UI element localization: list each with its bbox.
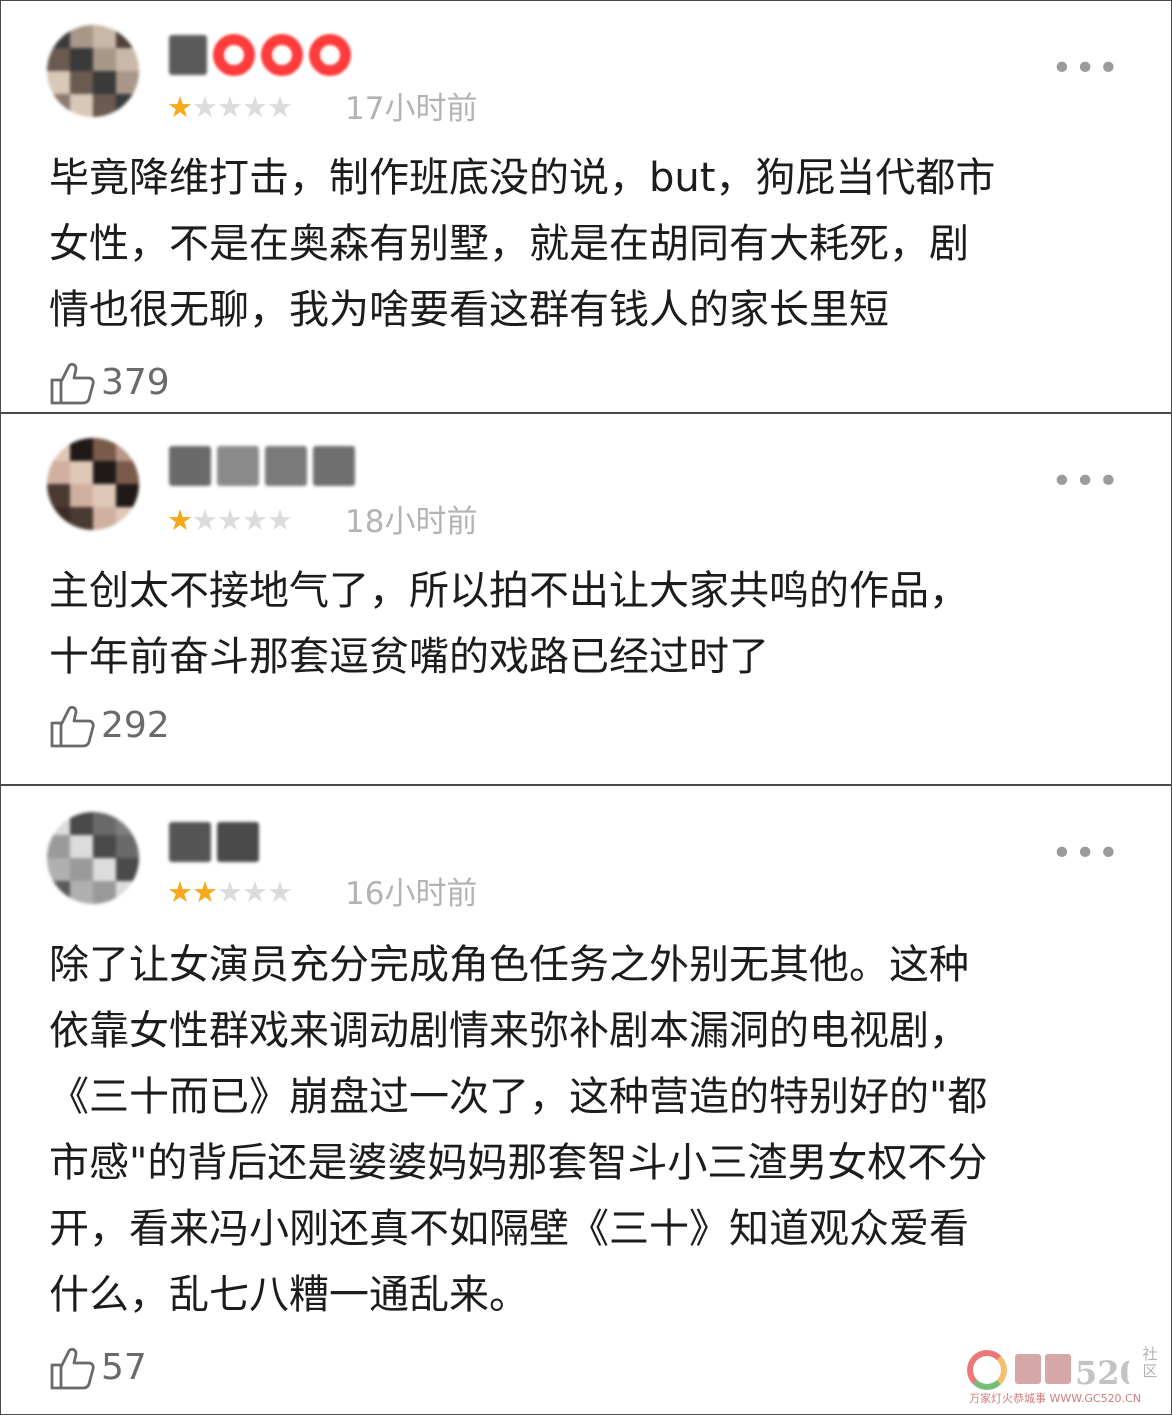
- review-time: 16小时前: [345, 876, 478, 912]
- thumbs-up-icon: [49, 1346, 95, 1390]
- username-blurred[interactable]: [169, 818, 259, 866]
- star-rating: ★★★★★: [167, 89, 293, 125]
- thumbs-up-icon: [49, 361, 95, 405]
- star-filled-icon: ★: [167, 875, 193, 909]
- watermark-wordmark: 520: [1015, 1354, 1129, 1392]
- username-blurred[interactable]: [169, 442, 355, 490]
- star-rating: ★★★★★: [167, 874, 293, 910]
- svg-text:520: 520: [1075, 1354, 1129, 1392]
- star-empty-icon: ★: [267, 90, 293, 124]
- review-time: 18小时前: [345, 504, 478, 540]
- star-empty-icon: ★: [217, 875, 243, 909]
- star-empty-icon: ★: [242, 875, 268, 909]
- like-count: 292: [101, 705, 170, 746]
- review-text: 除了让女演员充分完成角色任务之外别无其他。这种 依靠女性群戏来调动剧情来弥补剧本…: [49, 942, 988, 1318]
- star-empty-icon: ★: [267, 503, 293, 537]
- star-empty-icon: ★: [242, 503, 268, 537]
- thumbs-up-icon: [49, 704, 95, 748]
- like-count: 379: [101, 362, 170, 403]
- watermark-logo-icon: [967, 1350, 1007, 1390]
- review-card: ★★★★★ 16小时前 ••• 除了让女演员充分完成角色任务之外别无其他。这种 …: [0, 785, 1172, 1415]
- star-empty-icon: ★: [192, 503, 218, 537]
- star-empty-icon: ★: [242, 90, 268, 124]
- review-text: 主创太不接地气了，所以拍不出让大家共鸣的作品， 十年前奋斗那套逗贫嘴的戏路已经过…: [49, 568, 969, 680]
- like-button[interactable]: 379: [49, 361, 170, 405]
- watermark-side-text: 社区: [1142, 1345, 1158, 1380]
- star-empty-icon: ★: [217, 90, 243, 124]
- review-card: ★★★★★ 18小时前 ••• 主创太不接地气了，所以拍不出让大家共鸣的作品， …: [0, 413, 1172, 785]
- star-filled-icon: ★: [167, 503, 193, 537]
- star-empty-icon: ★: [192, 90, 218, 124]
- like-count: 57: [101, 1347, 147, 1388]
- star-empty-icon: ★: [267, 875, 293, 909]
- avatar[interactable]: [47, 25, 139, 117]
- site-watermark: 520 社区 万家灯火恭城事 WWW.GC520.CN: [967, 1346, 1159, 1406]
- watermark-subtext: 万家灯火恭城事 WWW.GC520.CN: [969, 1392, 1141, 1405]
- review-card: ★★★★★ 17小时前 ••• 毕竟降维打击，制作班底没的说，but，狗屁当代都…: [0, 0, 1172, 413]
- review-time: 17小时前: [345, 91, 478, 127]
- avatar[interactable]: [47, 438, 139, 530]
- star-empty-icon: ★: [217, 503, 243, 537]
- more-options-icon[interactable]: •••: [1051, 834, 1121, 874]
- username-blurred[interactable]: [169, 31, 351, 79]
- star-filled-icon: ★: [167, 90, 193, 124]
- star-rating: ★★★★★: [167, 502, 293, 538]
- review-text: 毕竟降维打击，制作班底没的说，but，狗屁当代都市 女性，不是在奥森有别墅，就是…: [49, 155, 996, 333]
- more-options-icon[interactable]: •••: [1051, 462, 1121, 502]
- star-filled-icon: ★: [192, 875, 218, 909]
- like-button[interactable]: 57: [49, 1346, 147, 1390]
- more-options-icon[interactable]: •••: [1051, 49, 1121, 89]
- avatar[interactable]: [47, 812, 139, 904]
- like-button[interactable]: 292: [49, 704, 170, 748]
